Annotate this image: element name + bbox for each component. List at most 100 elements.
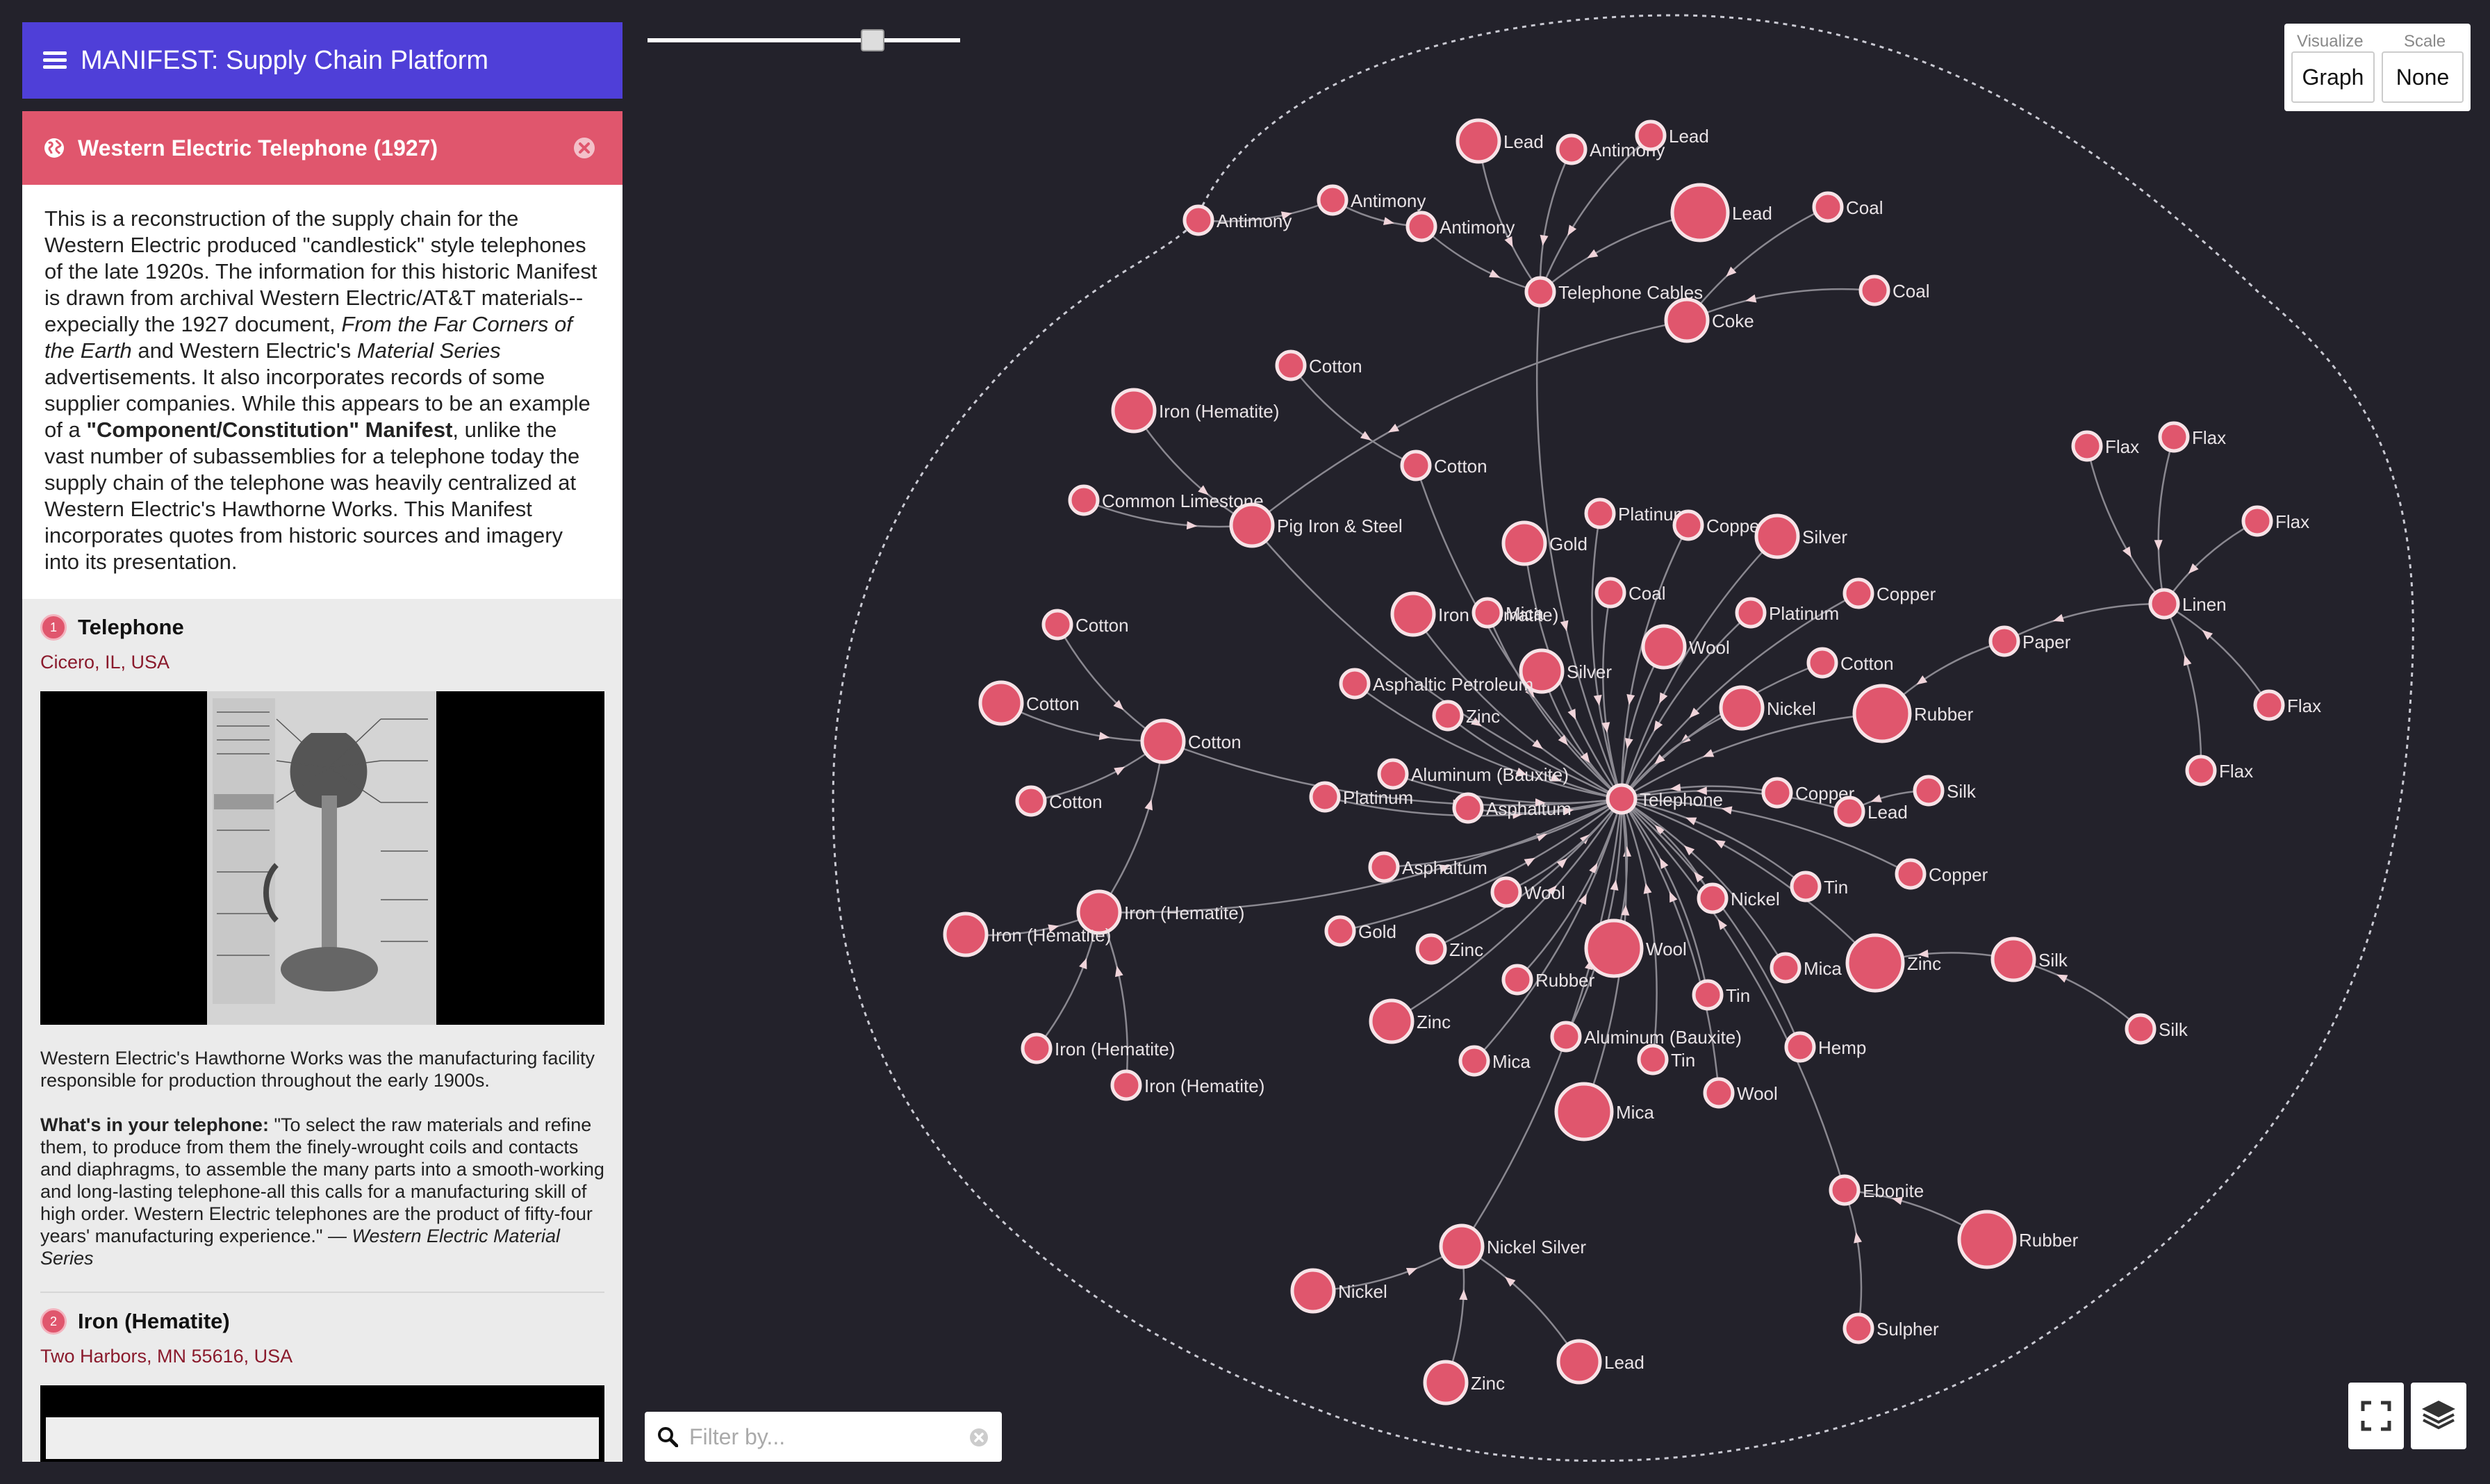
graph-node-circle[interactable] [1692, 979, 1724, 1011]
graph-node-circle[interactable] [1458, 1045, 1490, 1077]
graph-node-circle[interactable] [1377, 758, 1409, 790]
graph-node-antimony4[interactable]: Antimony [1405, 211, 1515, 242]
graph-node-platinum3[interactable]: Platinum [1309, 781, 1413, 813]
graph-node-circle[interactable] [2158, 421, 2190, 453]
graph-node-gold2[interactable]: Gold [1324, 915, 1396, 947]
graph-node-circle[interactable] [1719, 685, 1765, 731]
graph-node-coal3[interactable]: Coal [1594, 577, 1665, 609]
graph-node-circle[interactable] [1761, 777, 1793, 809]
graph-node-cotton5[interactable]: Cotton [978, 680, 1080, 726]
graph-node-mica4[interactable]: Mica [1554, 1082, 1654, 1141]
graph-node-circle[interactable] [1456, 118, 1501, 164]
graph-node-linen[interactable]: Linen [2148, 588, 2227, 620]
graph-node-copper2[interactable]: Copper [1842, 577, 1936, 609]
graph-node-circle[interactable] [1606, 783, 1638, 815]
graph-node-hemp[interactable]: Hemp [1784, 1031, 1866, 1063]
graph-node-tin3[interactable]: Tin [1637, 1044, 1695, 1075]
graph-node-rubber2[interactable]: Rubber [1501, 964, 1595, 996]
graph-node-mica3[interactable]: Mica [1458, 1045, 1531, 1077]
graph-node-paper[interactable]: Paper [1988, 625, 2071, 657]
graph-node-nickelsilver[interactable]: Nickel Silver [1439, 1223, 1586, 1269]
graph-node-circle[interactable] [1670, 183, 1730, 242]
graph-node-circle[interactable] [1957, 1210, 2017, 1269]
graph-node-circle[interactable] [1041, 609, 1073, 641]
graph-node-circle[interactable] [1913, 775, 1945, 807]
graph-node-circle[interactable] [2125, 1013, 2157, 1045]
graph-node-cotton4[interactable]: Cotton [1806, 647, 1894, 679]
graph-node-circle[interactable] [1229, 502, 1275, 548]
graph-node-circle[interactable] [1501, 964, 1533, 996]
graph-node-circle[interactable] [1833, 795, 1865, 827]
graph-node-circle[interactable] [978, 680, 1024, 726]
graph-node-circle[interactable] [1790, 871, 1822, 902]
graph-node-rubber1[interactable]: Rubber [1852, 684, 1974, 743]
graph-node-coal1[interactable]: Coal [1812, 191, 1883, 223]
graph-node-circle[interactable] [1988, 625, 2020, 657]
graph-node-silk3[interactable]: Silk [2125, 1013, 2188, 1045]
graph-node-circle[interactable] [1015, 785, 1047, 817]
graph-node-circle[interactable] [1594, 577, 1626, 609]
timeline-slider-handle[interactable] [861, 29, 884, 51]
graph-node-zinc3[interactable]: Zinc [1845, 933, 1941, 993]
timeline-slider[interactable] [648, 29, 960, 51]
visualize-select-button[interactable]: Graph [2291, 51, 2375, 103]
graph-node-circle[interactable] [1770, 952, 1801, 984]
graph-node-circle[interactable] [1021, 1032, 1053, 1064]
timeline-slider-track[interactable] [648, 38, 960, 42]
graph-node-flax2[interactable]: Flax [2158, 421, 2226, 453]
graph-node-circle[interactable] [1324, 915, 1356, 947]
graph-node-circle[interactable] [1501, 520, 1547, 566]
graph-node-circle[interactable] [1852, 684, 1912, 743]
graph-node-circle[interactable] [1390, 591, 1436, 637]
graph-node-circle[interactable] [1664, 297, 1710, 343]
graph-node-circle[interactable] [1858, 274, 1890, 306]
graph-node-circle[interactable] [1703, 1077, 1735, 1109]
graph-node-circle[interactable] [1368, 851, 1400, 883]
graph-node-cotton2[interactable]: Cotton [1400, 450, 1487, 481]
graph-node-circle[interactable] [2253, 689, 2285, 721]
graph-node-asphalticpetroleum[interactable]: Asphaltic Petroleum [1339, 668, 1533, 700]
graph-node-coal2[interactable]: Coal [1858, 274, 1929, 306]
graph-node-antimony3[interactable]: Antimony [1317, 184, 1426, 216]
graph-node-platinum2[interactable]: Platinum [1735, 597, 1839, 629]
graph-node-circle[interactable] [1556, 1339, 1602, 1385]
graph-node-circle[interactable] [1635, 119, 1667, 151]
graph-node-copper1[interactable]: Copper [1672, 509, 1766, 541]
graph-node-circle[interactable] [1415, 933, 1447, 965]
node-entry-telephone[interactable]: 1 Telephone Cicero, IL, USA Western Elec… [22, 599, 622, 1293]
layers-button[interactable] [2411, 1383, 2466, 1449]
graph-node-circle[interactable] [1554, 1082, 1614, 1141]
hamburger-menu-icon[interactable] [43, 50, 67, 71]
graph-node-circle[interactable] [1111, 388, 1157, 434]
graph-node-circle[interactable] [1641, 624, 1687, 670]
graph-node-circle[interactable] [1842, 577, 1874, 609]
graph-node-circle[interactable] [1490, 876, 1522, 908]
graph-node-antimony2[interactable]: Antimony [1182, 204, 1292, 236]
graph-node-ebonite[interactable]: Ebonite [1829, 1174, 1924, 1206]
graph-node-zinc2[interactable]: Zinc [1415, 933, 1483, 965]
graph-node-circle[interactable] [1439, 1223, 1485, 1269]
graph-node-tin1[interactable]: Tin [1790, 871, 1848, 902]
graph-node-circle[interactable] [1842, 1312, 1874, 1344]
graph-node-cotton7[interactable]: Cotton [1015, 785, 1103, 817]
graph-node-ironh5[interactable]: Iron (Hematite) [1021, 1032, 1175, 1064]
graph-node-circle[interactable] [2185, 755, 2217, 786]
graph-node-mica2[interactable]: Mica [1770, 952, 1842, 984]
graph-node-gold1[interactable]: Gold [1501, 520, 1588, 566]
graph-node-coke[interactable]: Coke [1664, 297, 1754, 343]
graph-node-asphaltum2[interactable]: Asphaltum [1368, 851, 1487, 883]
graph-node-ironh1[interactable]: Iron (Hematite) [1111, 388, 1279, 434]
graph-node-cotton6[interactable]: Cotton [1140, 718, 1242, 764]
graph-node-circle[interactable] [1895, 858, 1927, 890]
graph-node-lead1[interactable]: Lead [1456, 118, 1544, 164]
graph-node-circle[interactable] [1845, 933, 1905, 993]
graph-node-circle[interactable] [1290, 1268, 1336, 1314]
filter-input[interactable] [688, 1423, 968, 1451]
graph-node-circle[interactable] [1735, 597, 1767, 629]
graph-node-circle[interactable] [1068, 484, 1100, 516]
graph-node-silver2[interactable]: Silver [1519, 648, 1612, 694]
graph-node-circle[interactable] [1140, 718, 1186, 764]
graph-node-wool3[interactable]: Wool [1584, 918, 1687, 978]
graph-node-flax1[interactable]: Flax [2071, 430, 2139, 462]
graph-node-circle[interactable] [1452, 792, 1484, 824]
